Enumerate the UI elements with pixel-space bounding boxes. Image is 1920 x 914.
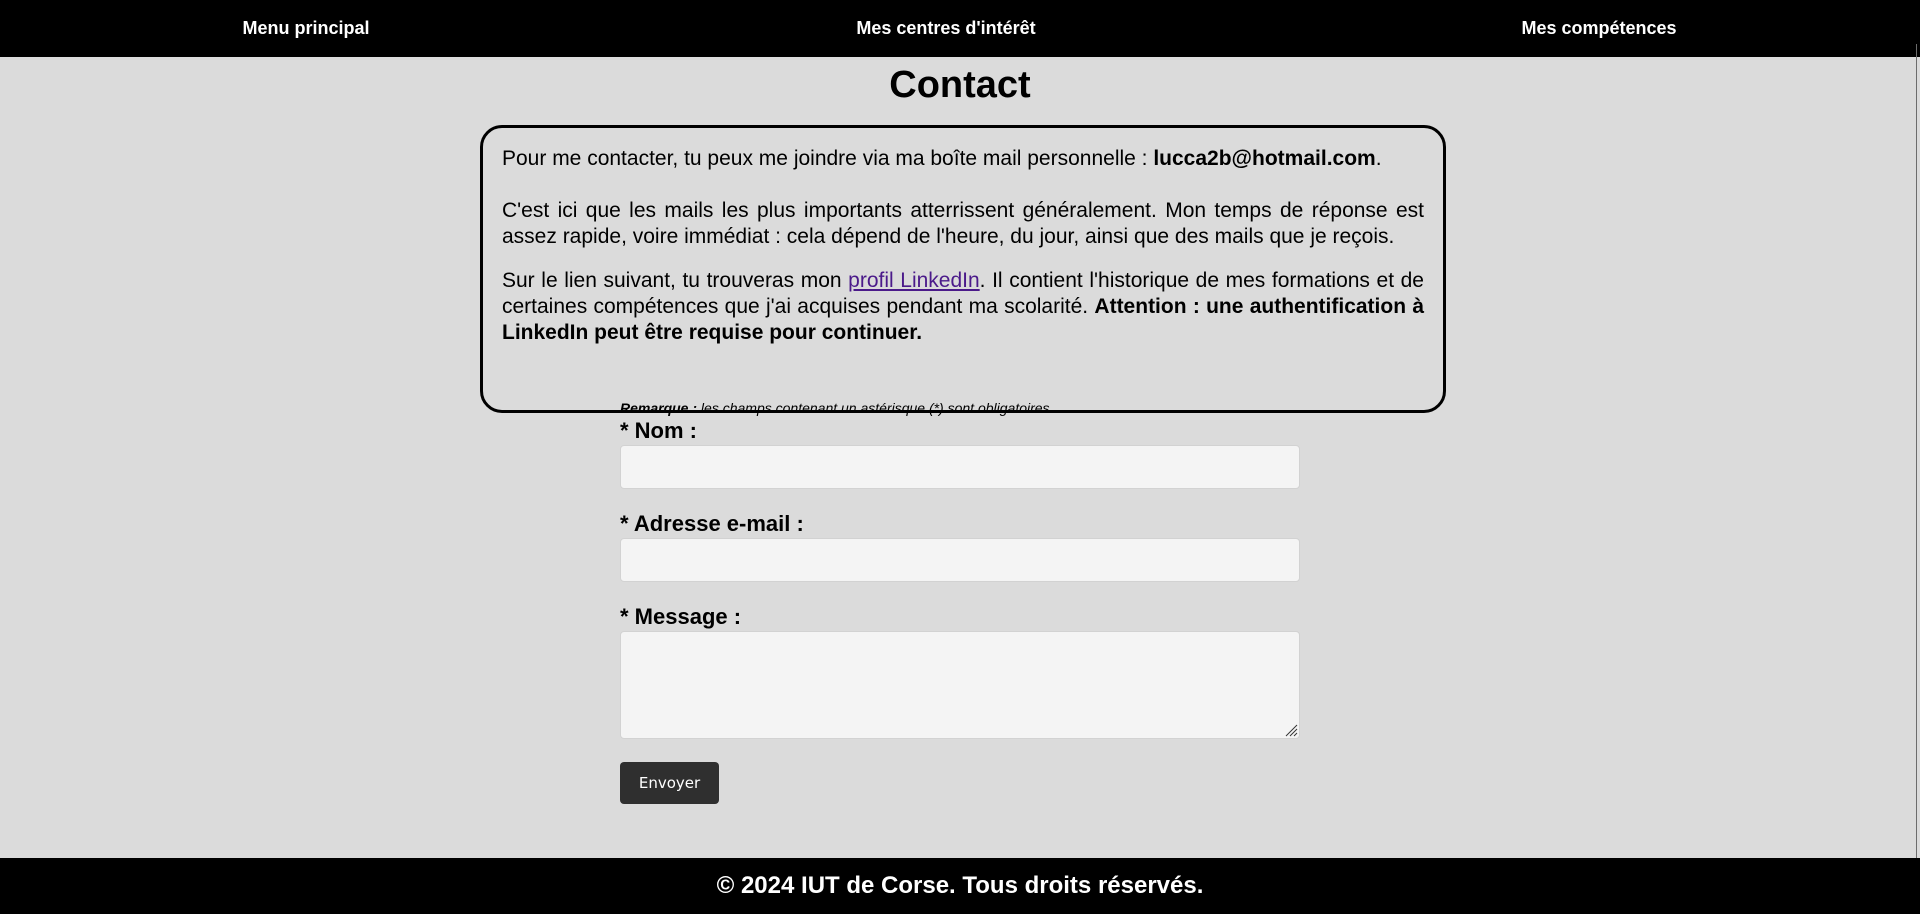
page-title: Contact bbox=[889, 64, 1031, 106]
contact-email-paragraph: Pour me contacter, tu peux me joindre vi… bbox=[502, 146, 1424, 172]
resize-handle-icon[interactable] bbox=[1284, 723, 1298, 737]
linkedin-profile-link[interactable]: profil LinkedIn bbox=[848, 269, 980, 292]
nav-menu-principal[interactable]: Menu principal bbox=[242, 0, 369, 57]
nav-centres-interet[interactable]: Mes centres d'intérêt bbox=[856, 0, 1035, 57]
email-intro-text: Pour me contacter, tu peux me joindre vi… bbox=[502, 147, 1154, 170]
remark-text: les champs contenant un astérisque (*) s… bbox=[697, 400, 1054, 416]
email-input[interactable] bbox=[620, 538, 1300, 582]
required-fields-remark: Remarque : les champs contenant un astér… bbox=[620, 398, 1300, 418]
copyright-text: © 2024 IUT de Corse. Tous droits réservé… bbox=[716, 872, 1204, 899]
nav-competences[interactable]: Mes compétences bbox=[1521, 0, 1676, 57]
remark-label: Remarque : bbox=[620, 400, 698, 416]
footer: © 2024 IUT de Corse. Tous droits réservé… bbox=[0, 858, 1920, 914]
linkedin-intro-text: Sur le lien suivant, tu trouveras mon bbox=[502, 269, 849, 292]
scrollbar[interactable] bbox=[1916, 44, 1917, 914]
name-label: * Nom : bbox=[620, 418, 697, 443]
contact-form: Remarque : les champs contenant un astér… bbox=[620, 398, 1300, 804]
contact-info-box: Pour me contacter, tu peux me joindre vi… bbox=[480, 125, 1446, 413]
email-period: . bbox=[1375, 147, 1382, 170]
message-textarea[interactable] bbox=[620, 631, 1300, 739]
contact-email: lucca2b@hotmail.com bbox=[1153, 147, 1376, 170]
name-input[interactable] bbox=[620, 445, 1300, 489]
linkedin-paragraph: Sur le lien suivant, tu trouveras mon pr… bbox=[502, 268, 1424, 346]
email-label: * Adresse e-mail : bbox=[620, 511, 804, 536]
message-textarea-wrapper bbox=[620, 631, 1300, 739]
top-nav: Menu principal Mes centres d'intérêt Mes… bbox=[0, 0, 1920, 57]
message-label: * Message : bbox=[620, 604, 742, 629]
response-time-paragraph: C'est ici que les mails les plus importa… bbox=[502, 199, 1424, 248]
send-button[interactable]: Envoyer bbox=[620, 762, 719, 804]
